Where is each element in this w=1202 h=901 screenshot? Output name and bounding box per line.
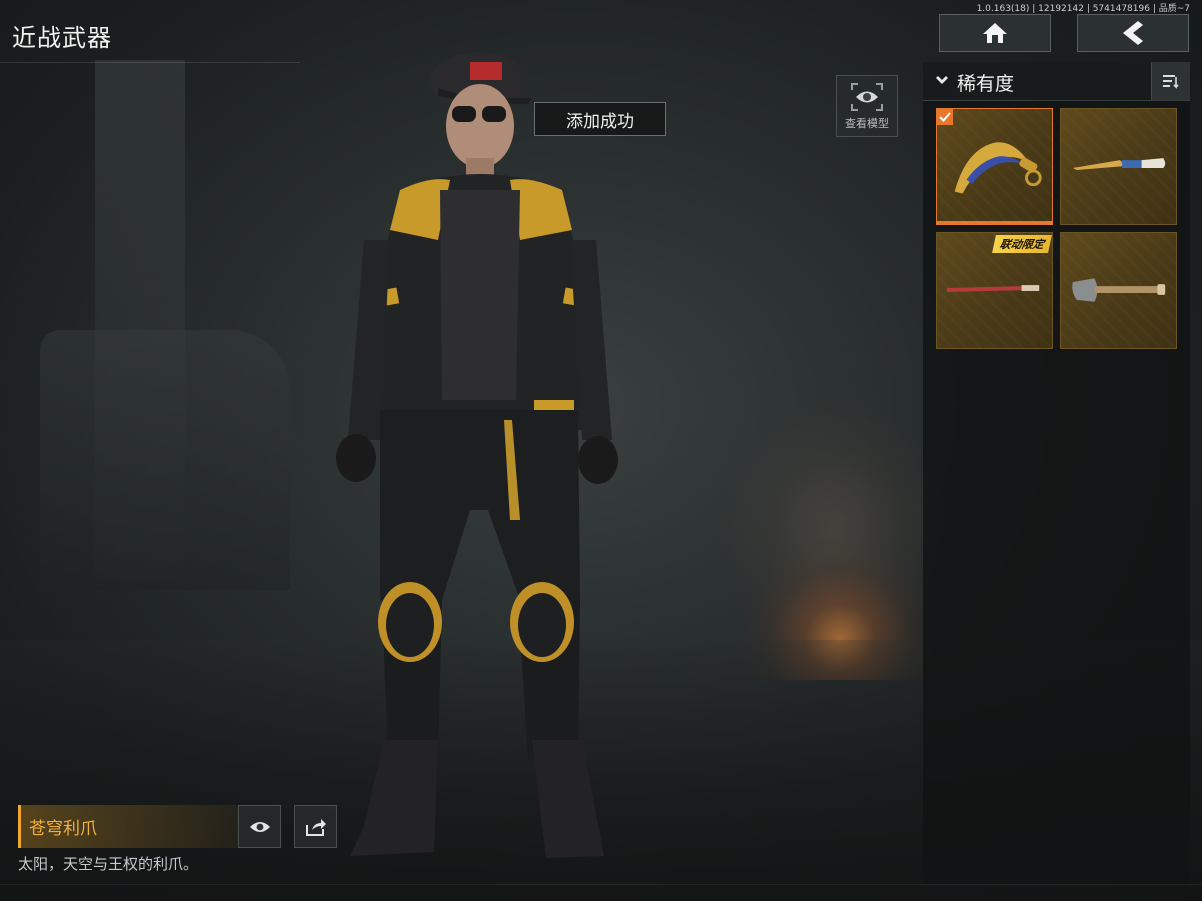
share-icon — [305, 818, 326, 836]
back-arrow-icon — [1123, 21, 1143, 45]
ornate-knife-icon — [1072, 158, 1166, 170]
view-model-button[interactable]: 查看模型 — [836, 75, 898, 137]
back-button[interactable] — [1077, 14, 1189, 52]
karambit-icon — [954, 142, 1042, 194]
sort-label: 稀有度 — [957, 73, 1015, 95]
sort-header[interactable]: 稀有度 — [923, 62, 1190, 101]
chevron-down-icon — [936, 76, 948, 84]
shovel-icon — [1072, 278, 1166, 302]
red-blade-icon — [946, 285, 1040, 292]
title-divider — [0, 62, 300, 63]
toast-message: 添加成功 — [534, 102, 666, 136]
item-tile-ornate-knife[interactable] — [1060, 108, 1177, 225]
character-model[interactable] — [320, 40, 640, 870]
home-icon — [983, 23, 1007, 43]
eye-icon — [851, 82, 883, 111]
item-tile-karambit[interactable] — [936, 108, 1053, 225]
selected-item-name: 苍穹利爪 — [18, 805, 238, 848]
page-title: 近战武器 — [12, 24, 112, 52]
view-model-label: 查看模型 — [845, 116, 889, 130]
eye-icon — [249, 821, 270, 832]
share-button[interactable] — [294, 805, 337, 848]
bottom-divider — [0, 884, 1202, 885]
background-structure — [40, 330, 290, 590]
version-info: 1.0.163(18) | 12192142 | 5741478196 | 品质… — [976, 4, 1190, 14]
sort-list-icon — [1163, 75, 1179, 89]
sort-button[interactable] — [1151, 62, 1190, 100]
home-button[interactable] — [939, 14, 1051, 52]
item-description: 太阳，天空与王权的利爪。 — [18, 855, 199, 873]
item-tile-red-blade[interactable]: 联动限定 — [936, 232, 1053, 349]
preview-button[interactable] — [238, 805, 281, 848]
item-tile-shovel[interactable] — [1060, 232, 1177, 349]
